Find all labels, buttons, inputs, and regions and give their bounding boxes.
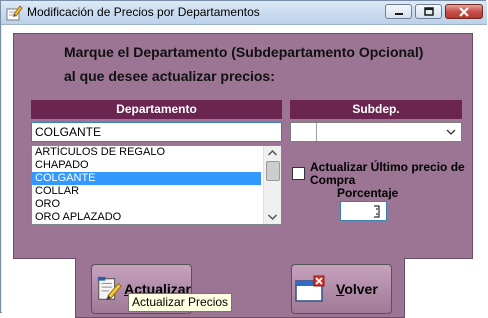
chevron-down-icon[interactable] xyxy=(445,125,457,139)
departamento-list[interactable]: ARTÍCULOS DE REGALO CHAPADO COLGANTE COL… xyxy=(31,145,282,225)
list-item[interactable]: COLLAR xyxy=(32,185,261,198)
main-panel: Marque el Departamento (Subdepartamento … xyxy=(13,33,473,259)
scroll-down-icon[interactable] xyxy=(264,209,281,224)
title-bar[interactable]: Modificación de Precios por Departamento… xyxy=(1,1,487,25)
update-last-price-checkbox[interactable] xyxy=(292,167,305,180)
subdep-value xyxy=(291,123,317,141)
instruction-line-2: al que desee actualizar precios: xyxy=(64,68,275,84)
actualizar-tooltip: Actualizar Precios xyxy=(128,293,233,312)
departamento-input[interactable]: COLGANTE xyxy=(31,122,282,142)
porcentaje-input[interactable] xyxy=(340,201,387,221)
list-scrollbar[interactable] xyxy=(263,146,281,224)
window-title: Modificación de Precios por Departamento… xyxy=(27,5,260,19)
list-item[interactable]: ORO APLAZADO xyxy=(32,211,261,224)
subdep-combobox[interactable] xyxy=(290,122,462,142)
list-item[interactable]: ORO xyxy=(32,198,261,211)
scroll-up-icon[interactable] xyxy=(264,146,281,161)
client-area: Marque el Departamento (Subdepartamento … xyxy=(2,25,486,318)
app-edit-icon xyxy=(6,5,23,21)
porcentaje-label: Porcentaje xyxy=(337,186,399,200)
window-close-icon xyxy=(295,275,325,302)
minimize-icon xyxy=(394,12,403,15)
main-window: Modificación de Precios por Departamento… xyxy=(0,0,487,318)
maximize-button[interactable] xyxy=(415,4,442,19)
spin-cursor-icon xyxy=(374,205,380,218)
departamento-header: Departamento xyxy=(31,100,282,119)
volver-button[interactable]: Volver xyxy=(291,264,392,314)
instruction-line-1: Marque el Departamento (Subdepartamento … xyxy=(64,44,424,60)
volver-label: Volver xyxy=(336,281,378,297)
subdep-header: Subdep. xyxy=(290,100,462,119)
list-item[interactable]: CHAPADO xyxy=(32,159,261,172)
close-icon xyxy=(459,6,469,17)
list-item-selected[interactable]: COLGANTE xyxy=(32,172,261,185)
maximize-icon xyxy=(423,7,434,16)
list-item[interactable]: ARTÍCULOS DE REGALO xyxy=(32,146,261,159)
document-edit-icon xyxy=(97,276,122,301)
close-button[interactable] xyxy=(445,4,483,19)
scroll-thumb[interactable] xyxy=(266,161,280,181)
update-last-price-label[interactable]: Actualizar Último precio de Compra xyxy=(310,161,470,187)
minimize-button[interactable] xyxy=(385,4,412,19)
